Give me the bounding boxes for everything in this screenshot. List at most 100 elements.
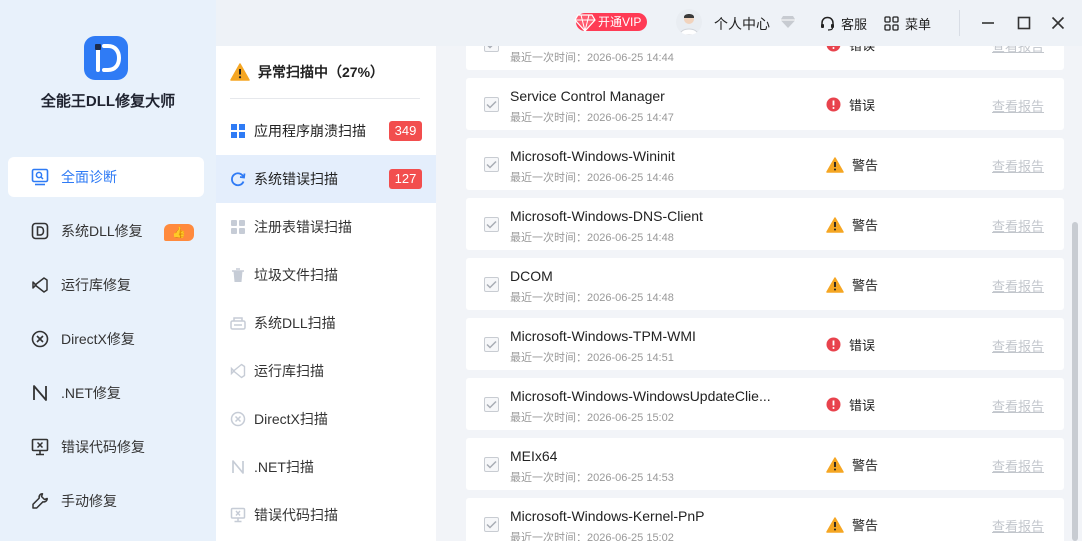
result-time: 最近一次时间：2026-06-25 14:48	[510, 292, 674, 304]
scan-item-label: .NET扫描	[254, 459, 314, 475]
menu-label: 菜单	[905, 17, 932, 32]
result-row: Microsoft-Windows-DNS-Client 最近一次时间：2026…	[466, 198, 1064, 250]
sidebar-item-runtime[interactable]: 运行库修复	[8, 265, 204, 305]
sidebar-item-manual[interactable]: 手动修复	[8, 481, 204, 521]
user-center-link[interactable]: 个人中心	[714, 14, 770, 34]
sidebar-item-label: 全面诊断	[61, 169, 117, 185]
results-list: 最近一次时间：2026-06-25 14:44 错误 查看报告 Service …	[436, 46, 1082, 541]
registry-icon	[230, 219, 246, 235]
scan-panel: 异常扫描中（27%） 应用程序崩溃扫描 349 系统错误扫描 127 注册表错误…	[216, 46, 436, 541]
runtime-scan-icon	[230, 363, 246, 379]
row-checkbox[interactable]	[484, 517, 499, 532]
error-code-icon	[30, 437, 50, 457]
scan-item-label: 系统DLL扫描	[254, 315, 336, 331]
scan-item-dll[interactable]: 系统DLL扫描	[216, 299, 436, 347]
service-button[interactable]: 客服	[820, 14, 867, 33]
result-row: Microsoft-Windows-WindowsUpdateClie... 最…	[466, 378, 1064, 430]
view-report-link[interactable]: 查看报告	[992, 96, 1044, 115]
sidebar-item-label: 系统DLL修复	[61, 223, 143, 239]
close-button[interactable]	[1048, 13, 1068, 33]
result-status: 警告	[826, 215, 878, 234]
view-report-link[interactable]: 查看报告	[992, 516, 1044, 535]
scan-item-label: 垃圾文件扫描	[254, 267, 338, 283]
scan-item-error-code[interactable]: 错误代码扫描	[216, 491, 436, 539]
error-icon	[826, 46, 841, 52]
result-status-text: 警告	[852, 278, 879, 293]
row-checkbox[interactable]	[484, 457, 499, 472]
row-checkbox[interactable]	[484, 337, 499, 352]
sidebar-item-error-code[interactable]: 错误代码修复	[8, 427, 204, 467]
dll-icon	[30, 221, 50, 241]
view-report-link[interactable]: 查看报告	[992, 216, 1044, 235]
result-time: 最近一次时间：2026-06-25 14:47	[510, 112, 674, 124]
scan-item-registry[interactable]: 注册表错误扫描	[216, 203, 436, 251]
scan-item-system-error[interactable]: 系统错误扫描 127	[216, 155, 436, 203]
row-checkbox[interactable]	[484, 157, 499, 172]
diamond-icon	[780, 16, 796, 28]
row-checkbox[interactable]	[484, 277, 499, 292]
scan-item-runtime[interactable]: 运行库扫描	[216, 347, 436, 395]
menu-button[interactable]: 菜单	[884, 14, 931, 33]
result-status: 错误	[826, 395, 875, 414]
result-status-text: 错误	[849, 98, 876, 113]
view-report-link[interactable]: 查看报告	[992, 46, 1044, 55]
sidebar-item-dotnet[interactable]: .NET修复	[8, 373, 204, 413]
row-checkbox[interactable]	[484, 217, 499, 232]
result-row: DCOM 最近一次时间：2026-06-25 14:48 警告 查看报告	[466, 258, 1064, 310]
view-report-link[interactable]: 查看报告	[992, 276, 1044, 295]
sidebar-item-label: 运行库修复	[61, 277, 131, 293]
result-row: Service Control Manager 最近一次时间：2026-06-2…	[466, 78, 1064, 130]
result-status: 警告	[826, 515, 878, 534]
directx-scan-icon	[230, 411, 246, 427]
maximize-icon	[1017, 16, 1031, 30]
sidebar-item-diagnose[interactable]: 全面诊断	[8, 157, 204, 197]
scan-item-dotnet[interactable]: .NET扫描	[216, 443, 436, 491]
vip-label: 开通VIP	[598, 15, 642, 29]
result-status-text: 错误	[849, 46, 875, 54]
row-checkbox[interactable]	[484, 397, 499, 412]
result-status: 警告	[826, 455, 878, 474]
directx-icon	[30, 329, 50, 349]
view-report-link[interactable]: 查看报告	[992, 456, 1044, 475]
result-status-text: 警告	[852, 518, 879, 533]
avatar[interactable]	[676, 9, 702, 35]
error-icon	[826, 337, 841, 352]
close-icon	[1051, 16, 1065, 30]
sidebar-item-dll[interactable]: 系统DLL修复 👍	[8, 211, 204, 251]
scrollbar-thumb[interactable]	[1072, 222, 1078, 541]
row-checkbox[interactable]	[484, 97, 499, 112]
sidebar-item-label: 手动修复	[61, 493, 117, 509]
result-row: Microsoft-Windows-TPM-WMI 最近一次时间：2026-06…	[466, 318, 1064, 370]
sidebar-item-label: DirectX修复	[61, 331, 135, 347]
scan-status: 异常扫描中（27%）	[230, 62, 384, 82]
divider	[230, 98, 420, 99]
result-time: 最近一次时间：2026-06-25 14:48	[510, 232, 674, 244]
row-checkbox[interactable]	[484, 46, 499, 52]
scan-item-app-crash[interactable]: 应用程序崩溃扫描 349	[216, 107, 436, 155]
view-report-link[interactable]: 查看报告	[992, 396, 1044, 415]
view-report-link[interactable]: 查看报告	[992, 336, 1044, 355]
dotnet-icon	[30, 383, 50, 403]
app-logo	[84, 36, 128, 80]
sidebar-item-label: .NET修复	[61, 385, 121, 401]
scan-item-junk[interactable]: 垃圾文件扫描	[216, 251, 436, 299]
headset-icon	[821, 16, 834, 31]
gem-icon	[574, 14, 596, 32]
maximize-button[interactable]	[1014, 13, 1034, 33]
result-name: Service Control Manager	[510, 88, 665, 104]
count-badge: 349	[389, 121, 422, 141]
result-name: Microsoft-Windows-DNS-Client	[510, 208, 703, 224]
sidebar-item-directx[interactable]: DirectX修复	[8, 319, 204, 359]
warning-icon	[826, 156, 844, 173]
result-time: 最近一次时间：2026-06-25 15:02	[510, 532, 674, 541]
result-status: 错误	[826, 95, 875, 114]
result-status: 警告	[826, 155, 878, 174]
minimize-button[interactable]	[978, 13, 998, 33]
result-time: 最近一次时间：2026-06-25 14:44	[510, 52, 674, 64]
scan-item-directx[interactable]: DirectX扫描	[216, 395, 436, 443]
app-name: 全能王DLL修复大师	[40, 93, 176, 110]
vip-button[interactable]: 开通VIP	[574, 13, 648, 32]
result-status-text: 警告	[852, 158, 879, 173]
view-report-link[interactable]: 查看报告	[992, 156, 1044, 175]
result-row: Microsoft-Windows-Wininit 最近一次时间：2026-06…	[466, 138, 1064, 190]
